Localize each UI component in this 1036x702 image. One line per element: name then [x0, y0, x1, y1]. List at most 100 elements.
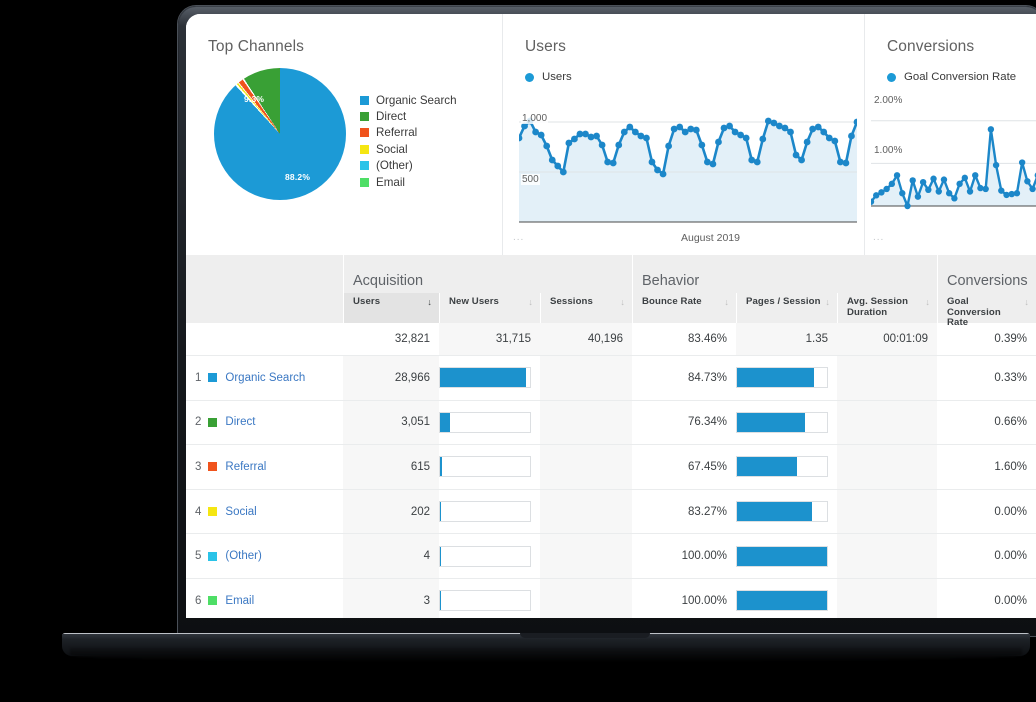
channel-name-link[interactable]: Direct — [225, 416, 255, 428]
conversions-chart-legend[interactable]: Goal Conversion Rate — [865, 71, 1035, 83]
channel-name-link[interactable]: Organic Search — [225, 372, 305, 384]
row-cell-channel: 4 Social — [186, 489, 343, 535]
bounce-rate-bar-track — [736, 590, 828, 612]
users-chart-ellipsis[interactable]: ... — [513, 232, 524, 243]
column-header-new-users[interactable]: New Users ↓ — [439, 293, 540, 323]
legend-label: Organic Search — [376, 93, 457, 107]
row-cell-avg-session-duration — [837, 400, 937, 446]
users-xaxis-label: August 2019 — [681, 232, 740, 244]
row-cell-new-users-bar — [439, 534, 540, 579]
row-cell-avg-session-duration — [837, 489, 937, 535]
card-top-channels: Top Channels 88.2% 9.3% Organic Search D… — [186, 14, 502, 255]
row-cell-bounce-rate: 100.00% — [632, 534, 736, 579]
row-rank: 6 — [195, 594, 202, 607]
sort-descending-icon[interactable]: ↓ — [825, 298, 830, 307]
row-cell-new-users-bar — [439, 356, 540, 401]
sort-descending-icon[interactable]: ↓ — [1024, 298, 1029, 307]
new-users-bar-track — [439, 367, 531, 389]
new-users-bar-track — [439, 411, 531, 433]
row-rank: 5 — [195, 550, 202, 563]
bounce-rate-bar-track — [736, 367, 828, 389]
row-cell-pages-per-session-bar — [736, 489, 837, 535]
row-cell-new-users-bar — [439, 445, 540, 490]
row-cell-new-users-bar — [439, 400, 540, 446]
summary-cell-channel — [186, 323, 343, 356]
row-rank: 2 — [195, 416, 202, 429]
card-users: Users Users 1,000 500 August 2019 ... — [502, 14, 864, 255]
table-group-header-row: Acquisition Behavior Conversions — [186, 255, 1036, 293]
row-cell-bounce-rate: 67.45% — [632, 445, 736, 490]
sort-descending-icon[interactable]: ↓ — [724, 298, 729, 307]
pie-chart-legend: Organic Search Direct Referral Social (O… — [360, 92, 500, 190]
column-header-bounce-rate[interactable]: Bounce Rate ↓ — [632, 293, 736, 323]
legend-item-direct[interactable]: Direct — [360, 108, 500, 124]
card-title-top-channels: Top Channels — [208, 38, 304, 55]
column-header-label: Sessions — [550, 296, 593, 307]
new-users-bar-track — [439, 545, 531, 567]
conversions-ytick-1pct: 1.00% — [873, 145, 904, 156]
legend-item-other[interactable]: (Other) — [360, 158, 500, 174]
table-column-header-row: Users ↓ New Users ↓ Sessions ↓ Bounce Ra… — [186, 293, 1036, 328]
column-header-avg-session-duration[interactable]: Avg. Session Duration ↓ — [837, 293, 937, 323]
legend-label: (Other) — [376, 159, 413, 173]
conversions-chart-ellipsis[interactable]: ... — [873, 232, 884, 243]
table-body: 1 Organic Search 28,966 84.73% 0.33% 2 Direct 3… — [186, 356, 1036, 618]
sort-descending-icon[interactable]: ↓ — [427, 298, 432, 307]
row-cell-avg-session-duration — [837, 445, 937, 490]
users-ytick-500: 500 — [521, 174, 540, 185]
legend-item-referral[interactable]: Referral — [360, 125, 500, 141]
users-ytick-1000: 1,000 — [521, 113, 549, 124]
new-users-bar-fill — [440, 502, 441, 522]
sort-descending-icon[interactable]: ↓ — [620, 298, 625, 307]
users-series-label: Users — [542, 71, 572, 83]
users-area-chart[interactable] — [519, 108, 857, 228]
bounce-rate-bar-fill — [737, 502, 812, 522]
legend-swatch-icon — [360, 177, 369, 187]
channel-name-link[interactable]: (Other) — [225, 550, 261, 562]
conversions-ytick-2pct: 2.00% — [873, 95, 904, 106]
column-header-label: New Users — [449, 296, 499, 307]
channel-name-link[interactable]: Referral — [225, 461, 266, 473]
table-row: 5 (Other) 4 100.00% 0.00% — [186, 534, 1036, 579]
channel-color-swatch-icon — [208, 596, 218, 606]
summary-cell-new-users: 31,715 — [439, 323, 540, 356]
legend-item-social[interactable]: Social — [360, 141, 500, 157]
legend-label: Direct — [376, 110, 407, 124]
card-title-users: Users — [525, 38, 566, 55]
legend-item-organic-search[interactable]: Organic Search — [360, 92, 500, 108]
column-header-goal-conversion-rate[interactable]: Goal Conversion Rate ↓ — [937, 293, 1036, 328]
row-cell-sessions — [540, 578, 632, 618]
column-header-sessions[interactable]: Sessions ↓ — [540, 293, 632, 323]
column-header-users[interactable]: Users ↓ — [343, 293, 439, 323]
sort-descending-icon[interactable]: ↓ — [925, 298, 930, 307]
row-cell-channel: 1 Organic Search — [186, 356, 343, 401]
laptop-base-notch — [520, 633, 650, 638]
row-cell-bounce-rate: 84.73% — [632, 356, 736, 401]
row-cell-sessions — [540, 356, 632, 401]
channels-data-table: Acquisition Behavior Conversions Users ↓… — [186, 255, 1036, 618]
legend-item-email[interactable]: Email — [360, 174, 500, 190]
pie-slice-label-organic-search: 88.2% — [285, 172, 311, 182]
new-users-bar-fill — [440, 457, 442, 477]
row-rank: 1 — [195, 371, 202, 384]
bounce-rate-bar-track — [736, 456, 828, 478]
row-cell-pages-per-session-bar — [736, 400, 837, 446]
channel-name-link[interactable]: Social — [225, 506, 256, 518]
laptop-mockup: Top Channels 88.2% 9.3% Organic Search D… — [0, 0, 1036, 702]
users-chart-legend[interactable]: Users — [503, 71, 864, 83]
new-users-bar-fill — [440, 591, 441, 611]
column-header-pages-per-session[interactable]: Pages / Session ↓ — [736, 293, 837, 323]
column-header-label: Pages / Session — [746, 296, 821, 307]
row-cell-users: 3,051 — [343, 400, 439, 446]
bounce-rate-bar-fill — [737, 457, 798, 477]
channel-name-link[interactable]: Email — [225, 595, 254, 607]
conversions-area-chart[interactable] — [871, 102, 1036, 228]
new-users-bar-track — [439, 456, 531, 478]
series-dot-icon — [887, 72, 896, 82]
bounce-rate-bar-track — [736, 501, 828, 523]
row-cell-users: 3 — [343, 578, 439, 618]
sort-descending-icon[interactable]: ↓ — [528, 298, 533, 307]
top-channels-pie-chart[interactable] — [214, 68, 346, 200]
row-cell-goal-conversion-rate: 1.60% — [937, 445, 1036, 490]
bounce-rate-bar-track — [736, 545, 828, 567]
